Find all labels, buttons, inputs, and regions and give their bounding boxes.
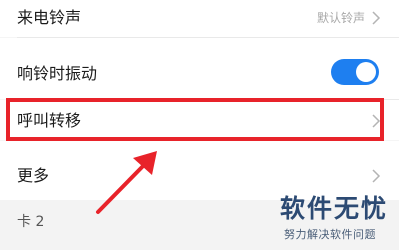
ringtone-row[interactable]: 来电铃声 默认铃声	[0, 0, 399, 37]
chevron-right-icon	[372, 169, 381, 183]
watermark-title: 软件无忧	[280, 194, 389, 223]
watermark-subtitle: 努力解决软件问题	[284, 228, 376, 241]
toggle-knob	[356, 62, 376, 82]
vibrate-row: 响铃时振动	[0, 38, 399, 99]
highlight-box	[6, 98, 384, 141]
vibrate-label: 响铃时振动	[17, 64, 98, 83]
chevron-right-icon	[372, 11, 381, 25]
ringtone-label: 来电铃声	[17, 8, 82, 27]
section-title: 卡 2	[17, 214, 45, 230]
vibrate-toggle[interactable]	[331, 59, 379, 85]
more-label: 更多	[17, 166, 50, 185]
ringtone-value: 默认铃声	[316, 11, 365, 25]
more-row[interactable]: 更多	[0, 141, 399, 200]
